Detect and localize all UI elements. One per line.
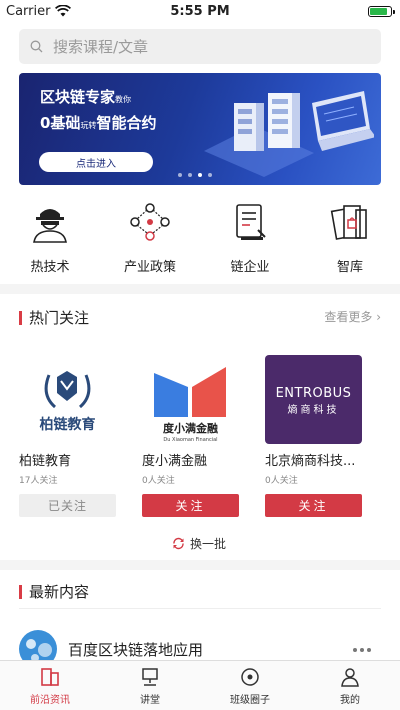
carousel-dots[interactable] [178, 173, 212, 177]
follow-button[interactable]: 关注 [265, 494, 362, 517]
chevron-right-icon: › [376, 310, 381, 324]
tab-label: 讲堂 [140, 694, 160, 706]
banner-title-line2: 0基础玩转智能合约 [40, 112, 156, 133]
follower-count: 0人关注 [142, 476, 175, 486]
tab-lecture[interactable]: 讲堂 [100, 661, 200, 710]
books-icon [330, 205, 367, 240]
tab-profile[interactable]: 我的 [300, 661, 400, 710]
logo-text: 度小满金融 [163, 421, 218, 435]
follower-count: 0人关注 [265, 476, 298, 486]
divider-line [19, 608, 381, 609]
tab-class-circle[interactable]: 班级圈子 [200, 661, 300, 710]
category-chain-enterprise[interactable]: 链企业 [200, 200, 300, 275]
wifi-icon [55, 5, 72, 17]
carrier-label: Carrier [6, 3, 51, 19]
logo-text: ENTROBUS [276, 386, 352, 401]
logo-text: 柏链教育 [40, 416, 96, 433]
battery-icon [368, 5, 395, 17]
hot-section-header: 热门关注 [19, 307, 89, 328]
section-divider [0, 560, 400, 570]
follow-card[interactable]: 柏链教育 柏链教育 17人关注 已关注 [19, 355, 116, 517]
tab-label: 班级圈子 [230, 694, 270, 706]
category-hot-tech[interactable]: 热技术 [0, 200, 100, 275]
latest-section-header: 最新内容 [19, 581, 89, 602]
bailian-logo-icon: 柏链教育 [40, 371, 96, 433]
banner-title2-main: 0基础 [40, 114, 81, 132]
battery-level [370, 7, 387, 15]
category-industry-policy[interactable]: 产业政策 [100, 200, 200, 275]
org-name: 柏链教育 [19, 454, 72, 469]
follow-button[interactable]: 关注 [142, 494, 239, 517]
blockchain-nodes-icon [130, 203, 170, 241]
follow-card-list: 柏链教育 柏链教育 17人关注 已关注 度小满金融 Du Xiaoman Fin… [19, 355, 362, 517]
section-title: 最新内容 [29, 583, 90, 601]
profile-icon [341, 667, 359, 687]
category-label: 热技术 [30, 260, 70, 275]
follow-card[interactable]: 度小满金融 Du Xiaoman Financial 度小满金融 0人关注 关注 [142, 355, 239, 517]
hacker-icon [33, 209, 67, 243]
refresh-icon [173, 537, 184, 550]
banner-enter-button[interactable]: 点击进入 [39, 152, 153, 172]
category-label: 链企业 [230, 260, 270, 275]
section-title: 热门关注 [29, 309, 90, 327]
following-button[interactable]: 已关注 [19, 494, 116, 517]
section-accent-bar [19, 310, 22, 325]
more-options-icon[interactable] [353, 648, 371, 652]
banner-title1-main: 区块链专家 [40, 88, 116, 106]
org-logo: ENTROBUS 熵商科技 [265, 355, 362, 444]
refresh-batch-button[interactable]: 换一批 [172, 535, 226, 552]
section-accent-bar [19, 584, 22, 599]
search-bar[interactable] [19, 29, 381, 64]
search-input[interactable] [53, 37, 353, 56]
tab-label: 我的 [340, 694, 360, 706]
news-icon [41, 667, 59, 686]
server-laptop-illustration [204, 91, 374, 177]
refresh-label: 换一批 [190, 537, 227, 551]
status-left: Carrier [6, 3, 72, 19]
logo-subtext: Du Xiaoman Financial [163, 437, 217, 443]
carousel-dot[interactable] [208, 173, 212, 177]
category-think-tank[interactable]: 智库 [300, 200, 400, 275]
bottom-tab-bar: 前沿资讯 讲堂 班级圈子 我的 [0, 660, 400, 710]
see-more-link[interactable]: 查看更多 › [324, 308, 381, 325]
org-logo: 度小满金融 Du Xiaoman Financial [142, 355, 239, 444]
banner-title-line1: 区块链专家教你 [40, 86, 131, 107]
see-more-label: 查看更多 [324, 310, 373, 324]
lecture-icon [142, 667, 158, 686]
duxiaoman-logo-icon: 度小满金融 Du Xiaoman Financial [154, 367, 226, 443]
banner-title2-tail: 智能合约 [96, 114, 157, 132]
org-name: 北京熵商科技... [265, 454, 356, 469]
org-logo: 柏链教育 [19, 355, 116, 444]
status-bar: Carrier 5:55 PM [0, 0, 400, 22]
circle-icon [241, 667, 259, 686]
category-label: 智库 [336, 260, 363, 275]
carousel-dot[interactable] [198, 173, 202, 177]
entrobus-logo-icon: ENTROBUS 熵商科技 [276, 386, 352, 416]
category-grid: 热技术 产业政策 链企业 智库 [0, 200, 400, 275]
search-icon [30, 40, 43, 53]
tab-label: 前沿资讯 [30, 694, 70, 706]
tab-news[interactable]: 前沿资讯 [0, 661, 100, 710]
logo-subtext: 熵商科技 [288, 403, 340, 416]
follow-card[interactable]: ENTROBUS 熵商科技 北京熵商科技... 0人关注 关注 [265, 355, 362, 517]
document-icon [236, 204, 266, 240]
promo-banner[interactable]: 区块链专家教你 0基础玩转智能合约 点击进入 [19, 73, 381, 185]
banner-title2-small: 玩转 [80, 121, 97, 130]
carousel-dot[interactable] [178, 173, 182, 177]
banner-title1-small: 教你 [115, 95, 132, 104]
news-title: 百度区块链落地应用 [68, 640, 204, 659]
follower-count: 17人关注 [19, 476, 58, 486]
carousel-dot[interactable] [188, 173, 192, 177]
org-name: 度小满金融 [142, 454, 208, 469]
category-label: 产业政策 [123, 260, 176, 275]
section-divider [0, 284, 400, 294]
